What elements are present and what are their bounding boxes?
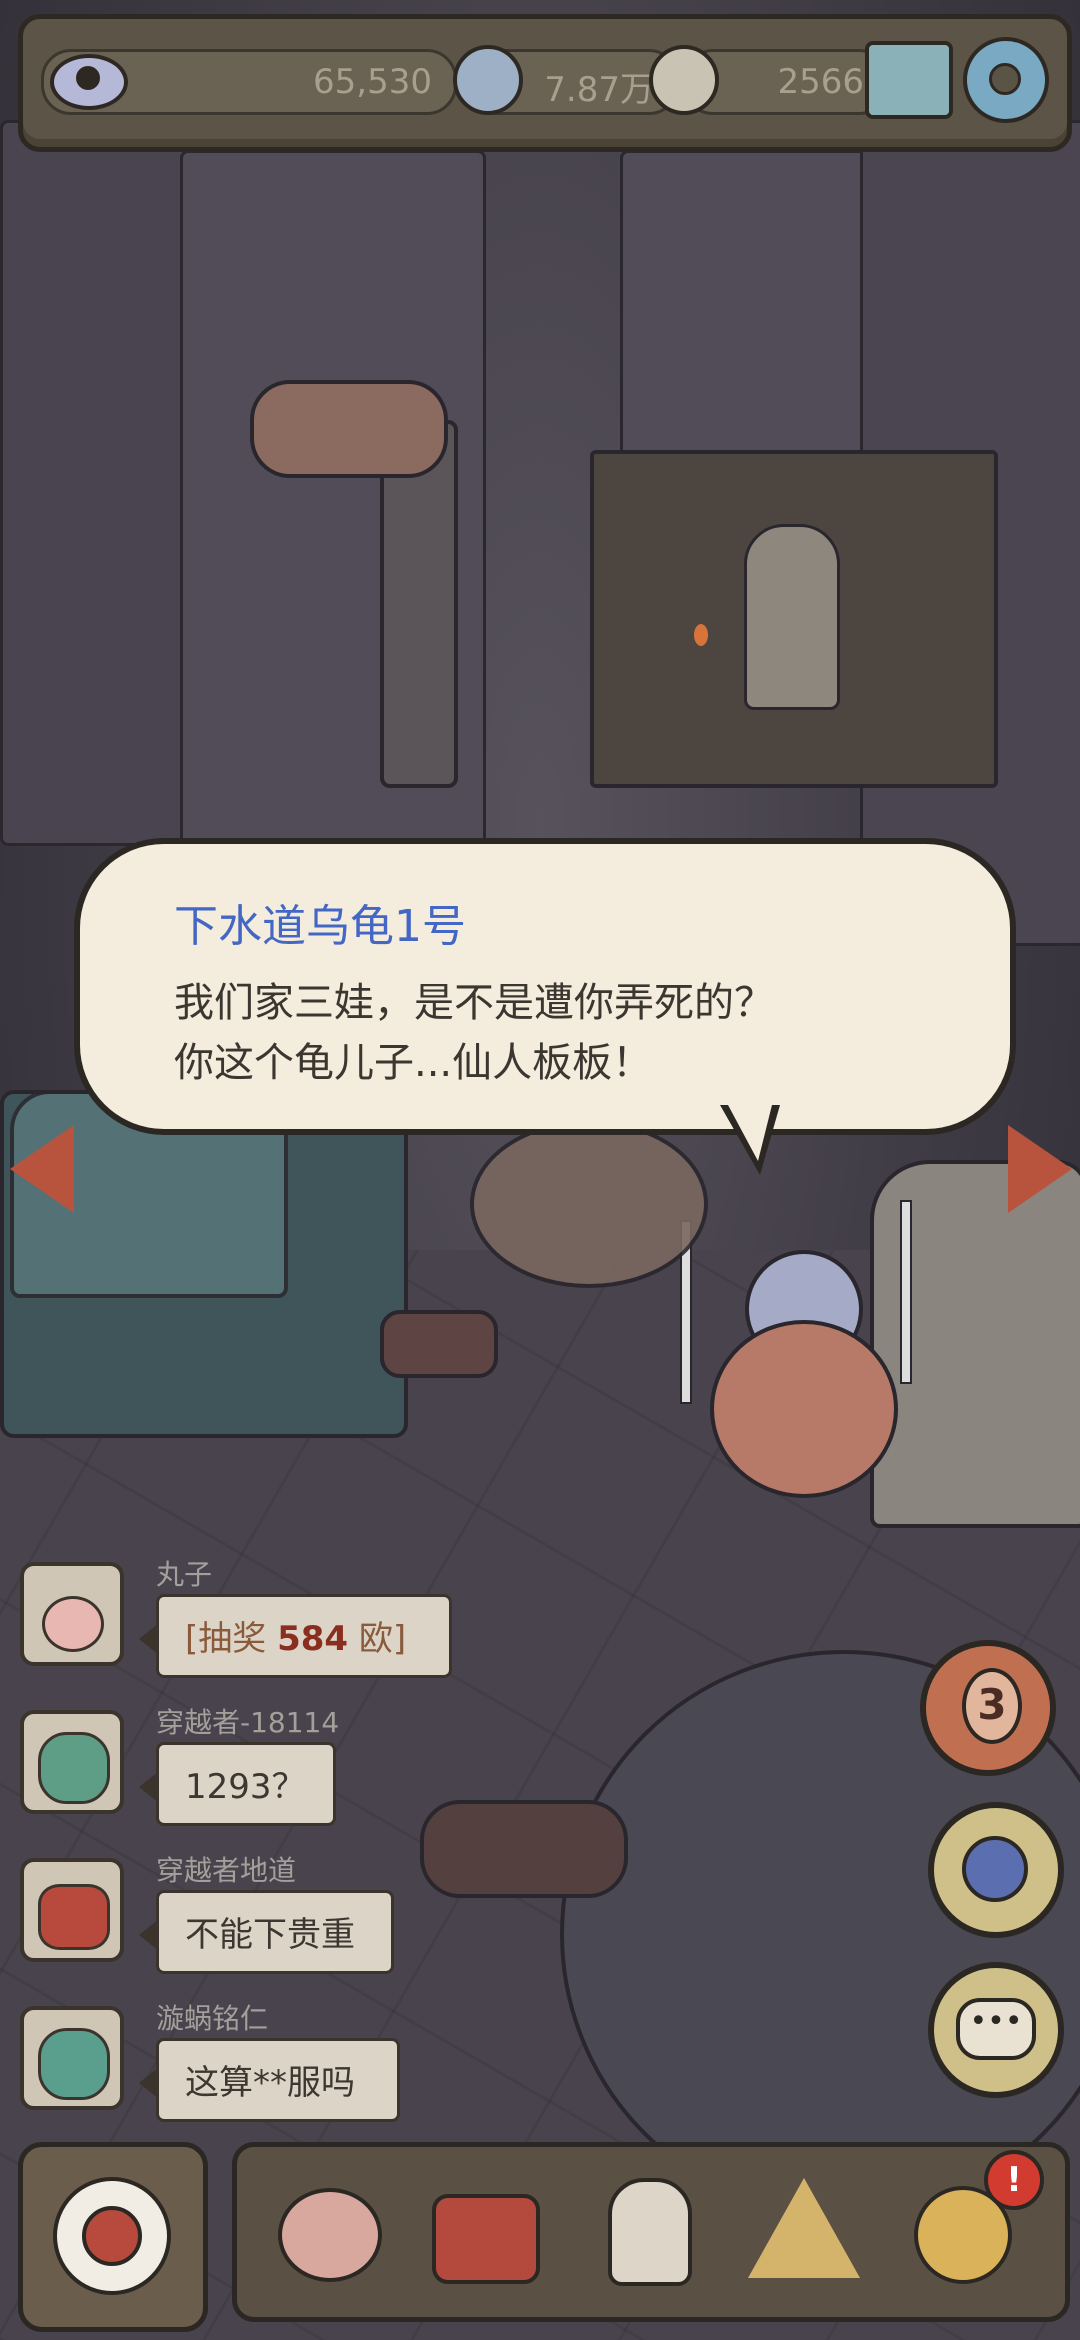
sewer-turtle-character[interactable]: [680, 1200, 912, 1510]
sign-board: [250, 380, 448, 478]
speech-comment-icon[interactable]: [649, 45, 719, 115]
boiler-pipe: [420, 1800, 628, 1898]
eye-icon[interactable]: [50, 54, 128, 110]
timer-badge-button[interactable]: 3: [920, 1640, 1056, 1776]
views-pill: 65,530: [41, 49, 457, 115]
chat-avatar-demon[interactable]: [20, 1858, 124, 1962]
game-scene-background: [0, 0, 1080, 2340]
turtle-shell: [710, 1320, 898, 1498]
chat-username: 穿越者地道: [156, 1854, 297, 1887]
shrine-statue: [744, 524, 840, 710]
chat-message[interactable]: 不能下贵重: [139, 1890, 394, 1974]
prev-arrow-button[interactable]: [10, 1125, 74, 1213]
views-count: 65,530: [313, 62, 432, 102]
shrine-cabinet: [590, 450, 998, 788]
alert-badge: !: [984, 2150, 1044, 2210]
comments-count: 2566: [777, 62, 864, 102]
chat-avatar-monster[interactable]: [20, 2006, 124, 2110]
pyramid-eye-icon: [748, 2178, 860, 2278]
pipe-lower: [380, 1310, 498, 1378]
speech-like-icon[interactable]: [453, 45, 523, 115]
sai-weapon-right: [900, 1200, 912, 1384]
chat-button[interactable]: •••: [928, 1962, 1064, 2098]
chat-bubble-icon: •••: [956, 1998, 1036, 2060]
gear-icon[interactable]: [963, 37, 1049, 123]
timer-badge-count: 3: [962, 1668, 1022, 1744]
likes-count: 7.87万: [544, 70, 654, 110]
chat-avatar-zombie[interactable]: [20, 1710, 124, 1814]
planet-button[interactable]: [928, 1802, 1064, 1938]
lottery-suffix: 欧]: [348, 1619, 407, 1659]
record-icon: [53, 2177, 171, 2295]
backpack-icon: [432, 2194, 540, 2284]
next-arrow-button[interactable]: [1008, 1125, 1072, 1213]
dialogue-speaker-name: 下水道乌龟1号: [174, 901, 466, 952]
chat-username: 穿越者-18114: [156, 1706, 340, 1739]
lottery-prefix: [抽奖: [185, 1619, 278, 1659]
chat-username: 漩蜗铭仁: [156, 2002, 269, 2035]
candle-flame: [694, 624, 708, 646]
statue-icon: [608, 2178, 692, 2286]
chat-message[interactable]: 这算**服吗: [139, 2038, 400, 2122]
turtle-companion: [470, 1120, 708, 1288]
chat-username: 丸子: [156, 1558, 213, 1591]
backpack-menu-button[interactable]: [418, 2164, 544, 2290]
dialogue-bubble-tail-fill: [728, 1105, 772, 1161]
dialogue-line-1: 我们家三娃，是不是遭你弄死的？: [174, 980, 774, 1026]
chat-message[interactable]: 1293？: [139, 1742, 336, 1826]
snail-menu-button[interactable]: [262, 2164, 388, 2290]
snail-icon: [278, 2188, 382, 2282]
pyramid-menu-button[interactable]: [740, 2164, 866, 2290]
record-button[interactable]: [18, 2142, 208, 2332]
mail-icon[interactable]: [865, 41, 953, 119]
chat-message[interactable]: [抽奖 584 欧]: [139, 1594, 452, 1678]
dialogue-line-2: 你这个龟儿子...仙人板板！: [174, 1040, 653, 1086]
chat-avatar-snail[interactable]: [20, 1562, 124, 1666]
lottery-number: 584: [277, 1619, 349, 1659]
statue-menu-button[interactable]: [582, 2164, 708, 2290]
top-stats-bar: 65,530 7.87万 2566: [18, 14, 1072, 152]
planet-icon: [962, 1836, 1028, 1902]
